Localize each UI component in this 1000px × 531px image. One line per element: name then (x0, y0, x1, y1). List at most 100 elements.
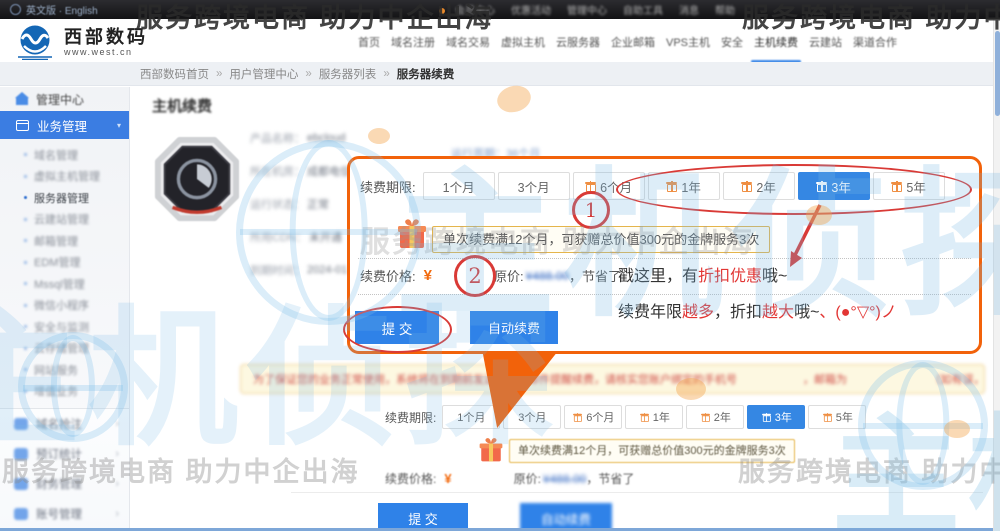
divider (358, 294, 971, 295)
logo[interactable]: 西部数码 www.west.cn (14, 24, 148, 60)
period-option-label: 6个月 (586, 409, 614, 425)
nav-item[interactable]: 虚拟主机 (501, 34, 545, 50)
server-product-icon (153, 135, 241, 227)
sidebar-subitem[interactable]: 安全与监测 (0, 316, 129, 338)
breadcrumb-separator: » (305, 68, 311, 80)
sidebar-group-label: 预订统计 (36, 446, 82, 462)
top-utility-bar: 英文版 · English 会员中心 优惠活动 管理中心 自助工具 消息 帮助 (0, 0, 1000, 19)
period-options: 1个月3个月6个月1年2年3年5年 (423, 172, 945, 200)
period-option-1年[interactable]: 1年 (648, 172, 720, 200)
period-option-5年[interactable]: 5年 (873, 172, 945, 200)
language-switch[interactable]: 英文版 · English (10, 2, 98, 17)
breadcrumb-separator: » (383, 68, 389, 80)
sidebar-group-item[interactable]: 预订统计› (0, 439, 129, 469)
server-info-row: 到期时间：2024-01 (250, 253, 351, 286)
chevron-right-icon: › (115, 418, 119, 430)
sidebar-subitem[interactable]: 网站服务 (0, 359, 129, 381)
breadcrumb-item[interactable]: 西部数码首页 (140, 66, 209, 82)
topbar-menu-item[interactable]: 管理中心 (567, 2, 607, 17)
price-label: 续费价格: (385, 470, 436, 487)
period-option-3年[interactable]: 3年 (747, 405, 805, 429)
submit-button[interactable]: 提 交 (378, 503, 468, 531)
sidebar-item-management-center[interactable]: 管理中心 (0, 87, 129, 111)
info-label: 运行状态： (250, 196, 305, 212)
topbar-menu-item[interactable]: 会员中心 (455, 2, 495, 17)
server-info-row: 所在机房：成都电信 (250, 154, 351, 187)
period-option-label: 1个月 (457, 409, 485, 425)
period-option-label: 3个月 (518, 409, 546, 425)
info-label: 产品名称： (250, 130, 305, 146)
price-row: 续费价格: ¥ 原价: ¥488.00 ，节省了 (385, 470, 634, 487)
nav-item[interactable]: 域名交易 (446, 34, 490, 50)
period-row: 续费期限: 1个月3个月6个月1年2年3年5年 (385, 405, 866, 429)
breadcrumb-item[interactable]: 用户管理中心 (229, 66, 298, 82)
period-option-label: 1个月 (443, 177, 475, 196)
main-nav: 首页域名注册域名交易虚拟主机云服务器企业邮箱 VPS主机安全主机续费云建站渠道合作 (358, 34, 897, 50)
period-option-3年[interactable]: 3年 (798, 172, 870, 200)
nav-item[interactable]: 渠道合作 (853, 34, 897, 50)
gift-icon (741, 180, 752, 192)
nav-item[interactable]: VPS主机 (666, 34, 710, 50)
sidebar-group-item[interactable]: 账号管理› (0, 499, 129, 529)
sidebar-subitem[interactable]: 域名管理 (0, 144, 129, 166)
topbar-menu-item[interactable]: 帮助 (715, 2, 735, 17)
group-icon (14, 478, 28, 490)
notice-bar: 为了保证您的业务正常使用，系统将在到期前发送短信和邮件提醒续费，请核实您账户绑定… (240, 364, 985, 394)
sidebar-subitem[interactable]: 云存储管理 (0, 338, 129, 360)
auto-renew-button[interactable]: 自动续费 (520, 503, 612, 531)
nav-item[interactable]: 首页 (358, 34, 380, 50)
promo-banner: 单次续费满12个月，可获赠总价值300元的金牌服务3次 (509, 439, 795, 463)
period-option-label: 3个月 (518, 177, 550, 196)
sidebar-group-label: 域名抢注 (36, 416, 82, 432)
sidebar-subitem[interactable]: 服务器管理 (0, 187, 129, 209)
auto-renew-button[interactable]: 自动续费 (470, 311, 558, 344)
nav-item[interactable]: 主机续费 (754, 34, 798, 50)
nav-item[interactable]: 企业邮箱 (611, 34, 655, 50)
sidebar-subitem[interactable]: 微信小程序 (0, 295, 129, 317)
sidebar-subitem[interactable]: 邮箱管理 (0, 230, 129, 252)
period-option-1年[interactable]: 1年 (625, 405, 683, 429)
nav-item[interactable]: 安全 (721, 34, 743, 50)
screen: 英文版 · English 会员中心优惠活动管理中心自助工具消息帮助 西部数码 … (0, 0, 1000, 531)
sidebar-subitem[interactable]: 虚拟主机管理 (0, 166, 129, 188)
nav-item[interactable]: 云建站 (809, 34, 842, 50)
period-row: 续费期限: 1个月3个月6个月1年2年3年5年 (360, 172, 945, 200)
period-option-2年[interactable]: 2年 (723, 172, 795, 200)
topbar-menu-item[interactable]: 消息 (679, 2, 699, 17)
topbar-menu-item[interactable]: 优惠活动 (511, 2, 551, 17)
period-option-1个月[interactable]: 1个月 (442, 405, 500, 429)
chevron-down-icon: ▾ (117, 121, 121, 130)
sidebar-subitem[interactable]: Mssql管理 (0, 273, 129, 295)
globe-icon (10, 4, 21, 15)
info-value: 成都电信 (307, 163, 351, 179)
sidebar-group-label: 账号管理 (36, 506, 82, 522)
sidebar-subitem[interactable]: 增值业务 (0, 381, 129, 403)
topbar-menu: 会员中心 优惠活动 管理中心 自助工具 消息 帮助 (455, 2, 735, 17)
original-price-value: ¥488.00 (526, 269, 569, 283)
info-label: 所在机房： (250, 163, 305, 179)
server-info: 产品名称：ebcloud所在机房：成都电信运行状态：正常所用CDN：未开通到期时… (250, 121, 351, 286)
note-text: ，折扣 (714, 304, 762, 321)
info-value: 正常 (307, 196, 329, 212)
period-option-6个月[interactable]: 6个月 (564, 405, 622, 429)
topbar-menu-item[interactable]: 自助工具 (623, 2, 663, 17)
sidebar-item-business-management[interactable]: 业务管理 ▾ (0, 111, 129, 139)
submit-button[interactable]: 提 交 (355, 311, 439, 344)
scrollbar-thumb[interactable] (995, 31, 1000, 116)
breadcrumb: 西部数码首页»用户管理中心»服务器列表»服务器续费 (0, 62, 993, 86)
sidebar-subitem[interactable]: EDM管理 (0, 252, 129, 274)
period-option-5年[interactable]: 5年 (808, 405, 866, 429)
breadcrumb-item[interactable]: 服务器续费 (397, 66, 455, 82)
sidebar-group-item[interactable]: 域名抢注 › (0, 409, 129, 439)
sidebar-group-item[interactable]: 财务管理› (0, 469, 129, 499)
page-title: 主机续费 (152, 95, 212, 116)
sidebar-subitem[interactable]: 云建站管理 (0, 209, 129, 231)
period-option-2年[interactable]: 2年 (686, 405, 744, 429)
sidebar: 管理中心 业务管理 ▾ 域名管理虚拟主机管理服务器管理云建站管理邮箱管理EDM管… (0, 87, 130, 531)
period-option-1个月[interactable]: 1个月 (423, 172, 495, 200)
nav-item[interactable]: 域名注册 (391, 34, 435, 50)
sidebar-groups: 域名抢注›预订统计›财务管理›账号管理›推荐返利› (0, 409, 129, 531)
breadcrumb-item[interactable]: 服务器列表 (319, 66, 377, 82)
nav-item[interactable]: 云服务器 (556, 34, 600, 50)
period-option-3个月[interactable]: 3个月 (498, 172, 570, 200)
